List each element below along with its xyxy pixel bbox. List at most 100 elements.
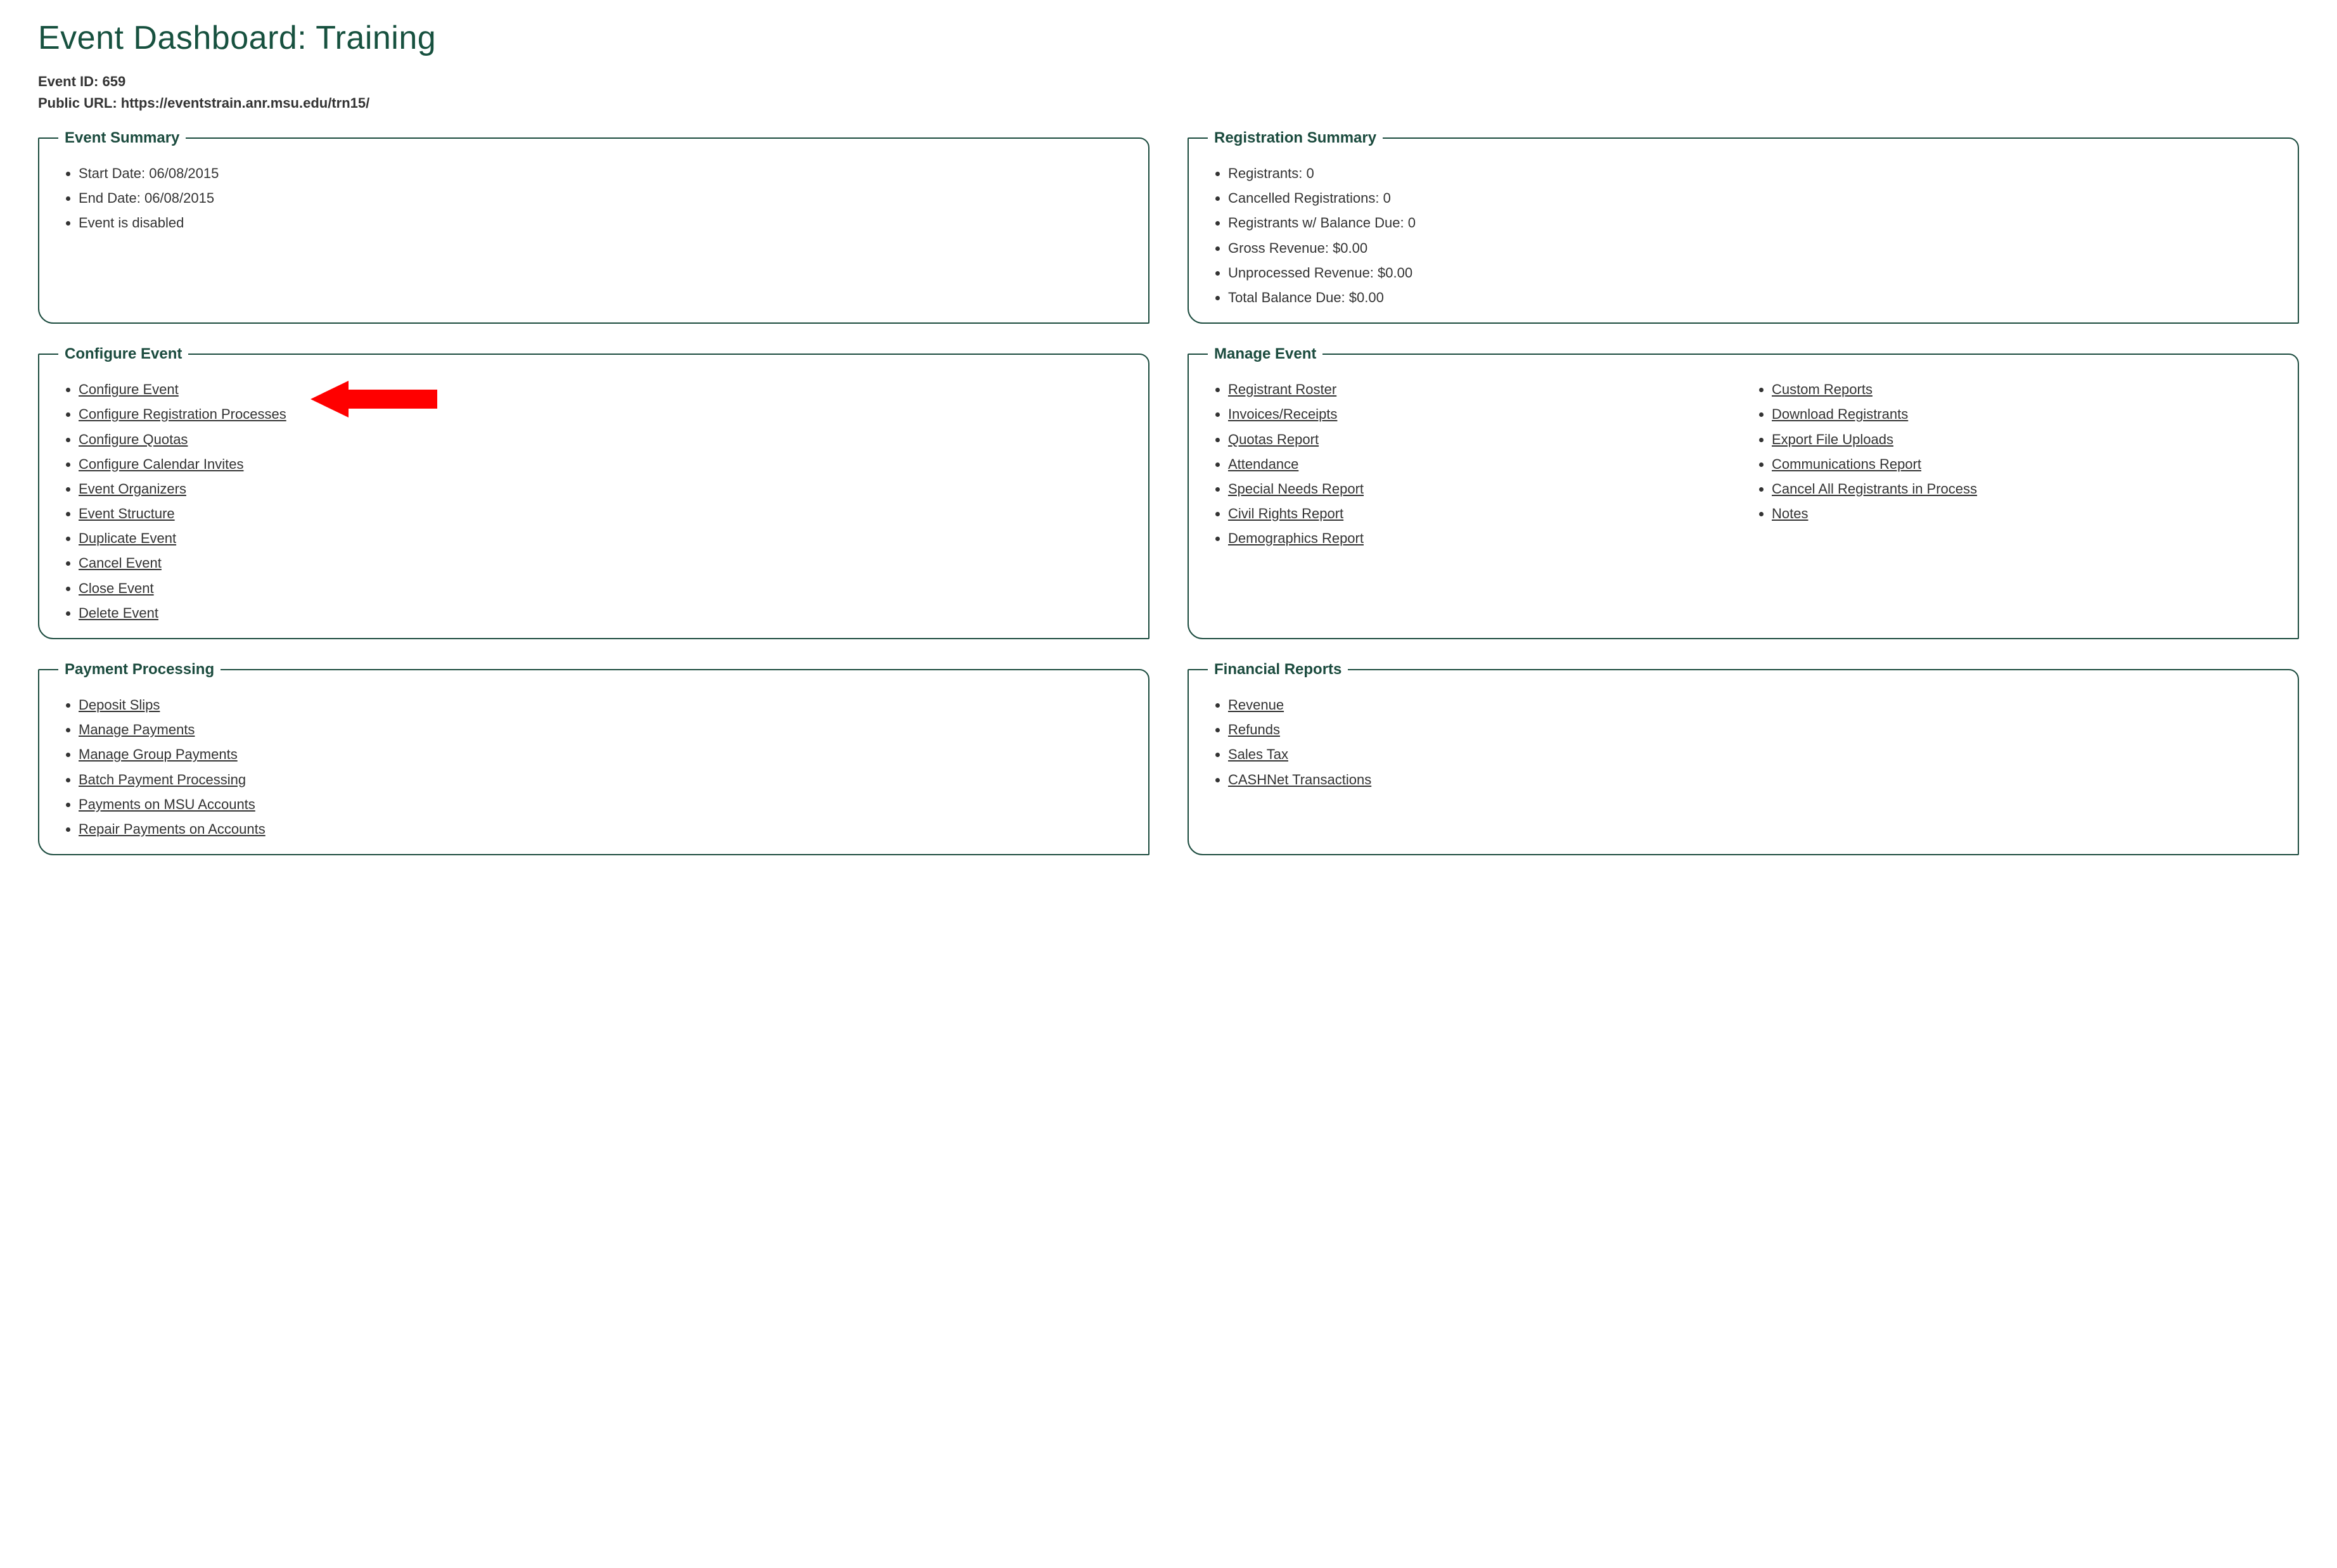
panel-legend-registration-summary: Registration Summary	[1208, 129, 1383, 147]
list-item: Registrants w/ Balance Due: 0	[1228, 210, 2277, 235]
list-item: Cancelled Registrations: 0	[1228, 186, 2277, 210]
list-item: Demographics Report	[1228, 526, 1734, 551]
event-id-value: 659	[102, 73, 125, 89]
list-item: Download Registrants	[1772, 402, 2277, 426]
list-item: Custom Reports	[1772, 377, 2277, 402]
list-item: Batch Payment Processing	[79, 767, 1128, 792]
link-sales-tax[interactable]: Sales Tax	[1228, 746, 1288, 762]
list-item: Event Structure	[79, 501, 1128, 526]
event-id-row: Event ID: 659	[38, 73, 2299, 90]
link-notes[interactable]: Notes	[1772, 506, 1808, 521]
list-item: Manage Payments	[79, 717, 1128, 742]
link-demographics-report[interactable]: Demographics Report	[1228, 530, 1364, 546]
list-item: Configure Event	[79, 377, 1128, 402]
list-item: Attendance	[1228, 452, 1734, 476]
link-refunds[interactable]: Refunds	[1228, 722, 1280, 737]
list-item: Cancel All Registrants in Process	[1772, 476, 2277, 501]
list-item: Refunds	[1228, 717, 2277, 742]
list-item: Payments on MSU Accounts	[79, 792, 1128, 817]
link-download-registrants[interactable]: Download Registrants	[1772, 406, 1908, 422]
list-item: Manage Group Payments	[79, 742, 1128, 767]
link-configure-quotas[interactable]: Configure Quotas	[79, 431, 188, 447]
list-item: Deposit Slips	[79, 692, 1128, 717]
link-export-file-uploads[interactable]: Export File Uploads	[1772, 431, 1893, 447]
list-item: Quotas Report	[1228, 427, 1734, 452]
header-info: Event ID: 659 Public URL: https://events…	[38, 73, 2299, 112]
panel-configure-event: Configure Event Configure Event Configur…	[38, 345, 1149, 639]
link-civil-rights-report[interactable]: Civil Rights Report	[1228, 506, 1343, 521]
page-title: Event Dashboard: Training	[38, 19, 2299, 57]
link-quotas-report[interactable]: Quotas Report	[1228, 431, 1319, 447]
link-registrant-roster[interactable]: Registrant Roster	[1228, 381, 1336, 397]
list-item: Unprocessed Revenue: $0.00	[1228, 260, 2277, 285]
list-item: Invoices/Receipts	[1228, 402, 1734, 426]
link-special-needs-report[interactable]: Special Needs Report	[1228, 481, 1364, 497]
manage-event-list-col2: Custom Reports Download Registrants Expo…	[1753, 377, 2277, 551]
public-url-row: Public URL: https://eventstrain.anr.msu.…	[38, 95, 2299, 112]
list-item: Configure Quotas	[79, 427, 1128, 452]
link-manage-group-payments[interactable]: Manage Group Payments	[79, 746, 238, 762]
list-item: End Date: 06/08/2015	[79, 186, 1128, 210]
list-item: Export File Uploads	[1772, 427, 2277, 452]
link-attendance[interactable]: Attendance	[1228, 456, 1298, 472]
link-cancel-event[interactable]: Cancel Event	[79, 555, 162, 571]
link-configure-event[interactable]: Configure Event	[79, 381, 179, 397]
link-batch-payment-processing[interactable]: Batch Payment Processing	[79, 772, 246, 787]
link-revenue[interactable]: Revenue	[1228, 697, 1284, 713]
list-item: Duplicate Event	[79, 526, 1128, 551]
list-item: Total Balance Due: $0.00	[1228, 285, 2277, 310]
list-item: Registrants: 0	[1228, 161, 2277, 186]
panel-payment-processing: Payment Processing Deposit Slips Manage …	[38, 661, 1149, 855]
link-manage-payments[interactable]: Manage Payments	[79, 722, 195, 737]
list-item: CASHNet Transactions	[1228, 767, 2277, 792]
panels-grid: Event Summary Start Date: 06/08/2015 End…	[38, 125, 2299, 855]
list-item: Notes	[1772, 501, 2277, 526]
configure-event-list: Configure Event Configure Registration P…	[60, 377, 1128, 625]
link-event-structure[interactable]: Event Structure	[79, 506, 175, 521]
panel-registration-summary: Registration Summary Registrants: 0 Canc…	[1188, 129, 2299, 324]
list-item: Revenue	[1228, 692, 2277, 717]
list-item: Repair Payments on Accounts	[79, 817, 1128, 841]
list-item: Sales Tax	[1228, 742, 2277, 767]
financial-reports-list: Revenue Refunds Sales Tax CASHNet Transa…	[1209, 692, 2277, 792]
link-invoices-receipts[interactable]: Invoices/Receipts	[1228, 406, 1337, 422]
list-item: Registrant Roster	[1228, 377, 1734, 402]
list-item: Configure Registration Processes	[79, 402, 1128, 426]
link-delete-event[interactable]: Delete Event	[79, 605, 158, 621]
panel-event-summary: Event Summary Start Date: 06/08/2015 End…	[38, 129, 1149, 324]
link-duplicate-event[interactable]: Duplicate Event	[79, 530, 176, 546]
list-item: Event is disabled	[79, 210, 1128, 235]
panel-legend-event-summary: Event Summary	[58, 129, 186, 147]
panel-financial-reports: Financial Reports Revenue Refunds Sales …	[1188, 661, 2299, 855]
link-custom-reports[interactable]: Custom Reports	[1772, 381, 1873, 397]
link-close-event[interactable]: Close Event	[79, 580, 154, 596]
list-item: Cancel Event	[79, 551, 1128, 575]
list-item: Close Event	[79, 576, 1128, 601]
registration-summary-list: Registrants: 0 Cancelled Registrations: …	[1209, 161, 2277, 310]
link-event-organizers[interactable]: Event Organizers	[79, 481, 186, 497]
event-id-label: Event ID:	[38, 73, 98, 89]
link-configure-calendar-invites[interactable]: Configure Calendar Invites	[79, 456, 243, 472]
public-url-label: Public URL:	[38, 95, 117, 111]
list-item: Civil Rights Report	[1228, 501, 1734, 526]
link-deposit-slips[interactable]: Deposit Slips	[79, 697, 160, 713]
link-repair-payments-accounts[interactable]: Repair Payments on Accounts	[79, 821, 266, 837]
list-item: Communications Report	[1772, 452, 2277, 476]
link-payments-msu-accounts[interactable]: Payments on MSU Accounts	[79, 796, 255, 812]
panel-manage-event: Manage Event Registrant Roster Invoices/…	[1188, 345, 2299, 639]
list-item: Event Organizers	[79, 476, 1128, 501]
panel-legend-payment-processing: Payment Processing	[58, 661, 221, 679]
link-communications-report[interactable]: Communications Report	[1772, 456, 1921, 472]
link-configure-registration-processes[interactable]: Configure Registration Processes	[79, 406, 286, 422]
list-item: Gross Revenue: $0.00	[1228, 236, 2277, 260]
list-item: Special Needs Report	[1228, 476, 1734, 501]
payment-processing-list: Deposit Slips Manage Payments Manage Gro…	[60, 692, 1128, 841]
list-item: Delete Event	[79, 601, 1128, 625]
panel-legend-manage-event: Manage Event	[1208, 345, 1322, 363]
list-item: Start Date: 06/08/2015	[79, 161, 1128, 186]
panel-legend-financial-reports: Financial Reports	[1208, 661, 1348, 679]
manage-event-list-col1: Registrant Roster Invoices/Receipts Quot…	[1209, 377, 1734, 551]
link-cancel-all-registrants[interactable]: Cancel All Registrants in Process	[1772, 481, 1977, 497]
list-item: Configure Calendar Invites	[79, 452, 1128, 476]
link-cashnet-transactions[interactable]: CASHNet Transactions	[1228, 772, 1371, 787]
